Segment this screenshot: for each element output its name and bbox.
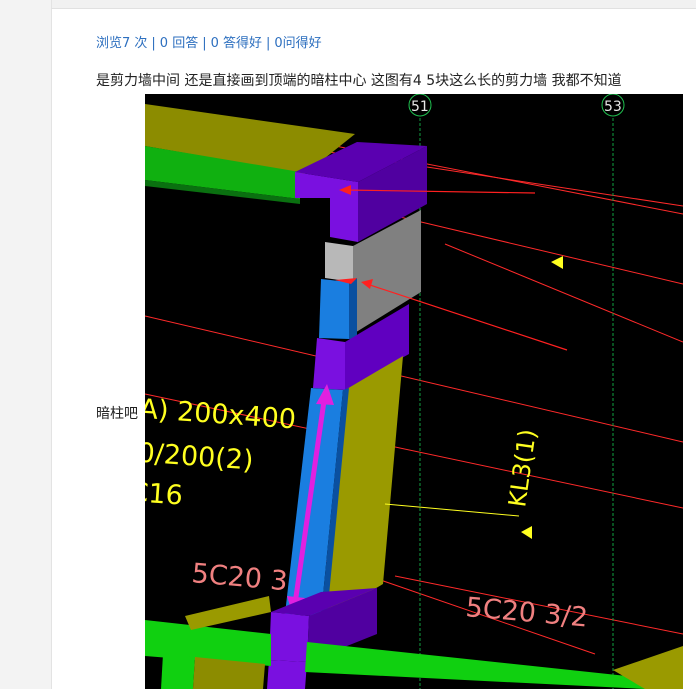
beam-text-3: C16 — [145, 477, 184, 512]
good-questions-link[interactable]: 0问得好 — [274, 36, 321, 51]
column-blue-upper-side — [349, 278, 357, 339]
wall-band-purple — [313, 338, 345, 390]
question-text: 是剪力墙中间 还是直接画到顶端的暗柱中心 这图有4 5块这么长的剪力墙 我都不知… — [96, 73, 622, 89]
answers-count-link[interactable]: 0 回答 — [160, 36, 198, 51]
good-answers-link[interactable]: 0 答得好 — [211, 36, 262, 51]
structure-3d-screenshot[interactable]: 51 53 A) 200x400 0/200(2) C16 KL3(1) 5C2… — [145, 94, 683, 689]
bottom-beam-olive-left — [185, 596, 271, 630]
wall-grey-front — [325, 242, 353, 282]
answer-text: 暗柱吧 — [96, 406, 138, 422]
stats-separator: | — [151, 36, 156, 51]
bottom-beam-green-right — [305, 642, 645, 689]
rebar-label-2: 5C20 3/2 — [464, 592, 589, 634]
axis-label-53: 53 — [604, 99, 622, 115]
yellow-marker-2 — [521, 526, 532, 539]
views-count-link[interactable]: 浏览7 次 — [96, 36, 147, 51]
question-stats: 浏览7 次 | 0 回答 | 0 答得好 | 0问得好 — [96, 32, 322, 51]
rebar-label-1: 5C20 3 — [190, 558, 288, 597]
yellow-marker-1 — [551, 256, 563, 269]
beam-text-1: A) 200x400 — [145, 394, 297, 436]
column-blue-upper — [319, 279, 349, 339]
left-rail — [0, 0, 52, 689]
beam-text-2: 0/200(2) — [145, 438, 254, 477]
stats-separator: | — [202, 36, 207, 51]
corner-column-front — [295, 172, 358, 242]
stats-separator: | — [266, 36, 271, 51]
bottom-column-front — [269, 612, 309, 662]
bottom-beam-green-legs — [161, 654, 195, 689]
bottom-column-lower — [267, 660, 307, 689]
structure-3d-render: 51 53 A) 200x400 0/200(2) C16 KL3(1) 5C2… — [145, 94, 683, 689]
beam-name-label: KL3(1) — [503, 427, 542, 509]
axis-label-51: 51 — [411, 99, 429, 115]
yellow-leader — [384, 503, 520, 517]
